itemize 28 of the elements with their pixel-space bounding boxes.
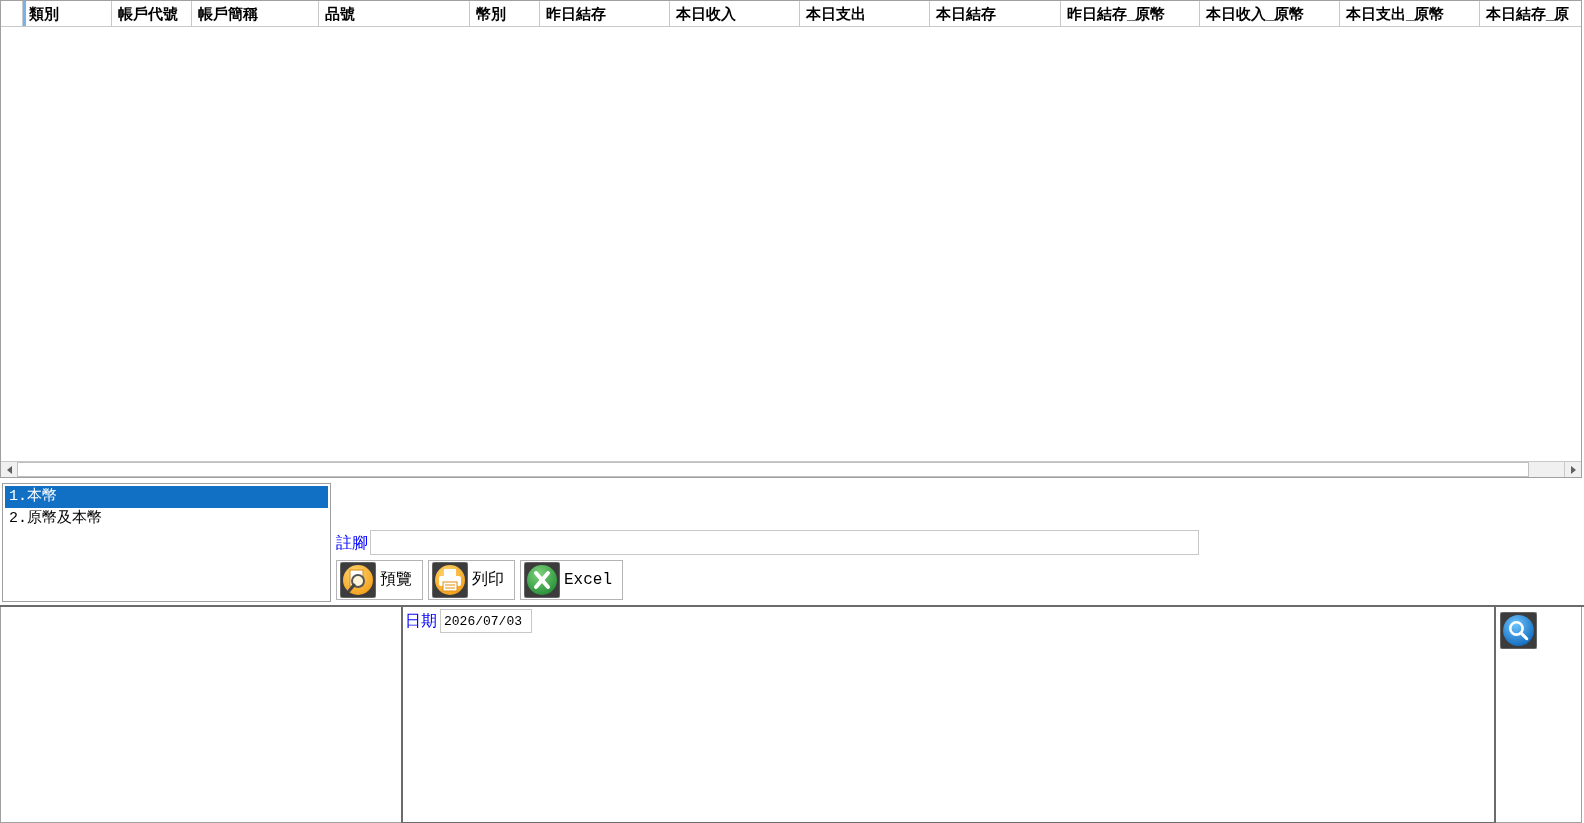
column-header[interactable]: 品號 bbox=[319, 1, 470, 26]
right-arrow-icon bbox=[1570, 465, 1576, 474]
search-icon bbox=[1500, 612, 1537, 649]
footnote-label: 註腳 bbox=[336, 534, 369, 551]
printer-icon bbox=[432, 562, 468, 598]
column-header[interactable]: 帳戶簡稱 bbox=[192, 1, 319, 26]
column-header[interactable]: 昨日結存 bbox=[540, 1, 670, 26]
column-header[interactable]: 本日支出 bbox=[800, 1, 930, 26]
column-header[interactable]: 本日結存_原 bbox=[1480, 1, 1581, 26]
footnote-field[interactable] bbox=[370, 530, 1199, 555]
spreadsheet-x-icon bbox=[524, 562, 560, 598]
column-header[interactable]: 本日結存 bbox=[930, 1, 1061, 26]
search-button[interactable] bbox=[1500, 612, 1537, 649]
column-header[interactable]: 本日支出_原幣 bbox=[1340, 1, 1480, 26]
column-header[interactable]: 本日收入_原幣 bbox=[1200, 1, 1340, 26]
date-label: 日期 bbox=[405, 613, 437, 629]
column-header[interactable]: 帳戶代號 bbox=[112, 1, 192, 26]
magnifier-document-icon bbox=[340, 562, 376, 598]
column-header[interactable]: 幣別 bbox=[470, 1, 540, 26]
list-item[interactable]: 1.本幣 bbox=[5, 486, 328, 508]
excel-button[interactable]: Excel bbox=[520, 560, 623, 600]
preview-button[interactable]: 預覽 bbox=[336, 560, 423, 600]
column-header[interactable]: 本日收入 bbox=[670, 1, 800, 26]
column-header[interactable]: 類別 bbox=[23, 1, 112, 26]
print-button[interactable]: 列印 bbox=[428, 560, 515, 600]
column-header[interactable]: 昨日結存_原幣 bbox=[1061, 1, 1200, 26]
left-arrow-icon bbox=[6, 465, 12, 474]
date-field[interactable]: 2026/07/03 bbox=[440, 609, 532, 633]
